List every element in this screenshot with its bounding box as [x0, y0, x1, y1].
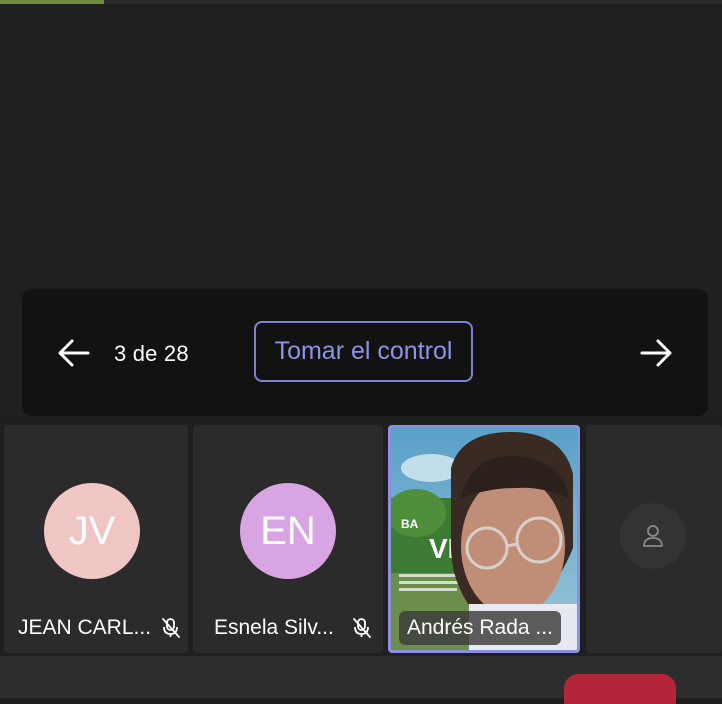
arrow-right-icon	[640, 339, 672, 367]
take-control-button[interactable]: Tomar el control	[254, 321, 473, 382]
participant-video-tile[interactable]: BA VE Andrés Rada ...	[388, 425, 580, 653]
arrow-left-icon	[58, 339, 90, 367]
slide-page-indicator: 3 de 28	[114, 341, 189, 366]
call-control-bar	[0, 656, 722, 704]
previous-slide-button[interactable]	[50, 329, 98, 377]
mic-off-icon	[162, 618, 180, 638]
avatar: JV	[44, 483, 140, 579]
svg-text:BA: BA	[401, 517, 419, 531]
participant-name-row: JEAN CARL...	[4, 611, 188, 645]
participant-tile[interactable]: EN Esnela Silv...	[193, 425, 383, 653]
presentation-control-bar: 3 de 28 Tomar el control	[22, 289, 708, 416]
participant-name: JEAN CARL...	[18, 616, 152, 639]
person-icon	[643, 525, 663, 547]
mic-off-icon	[353, 618, 371, 638]
end-call-button[interactable]	[564, 674, 676, 704]
participant-tile-placeholder[interactable]	[586, 425, 722, 653]
participant-name: Andrés Rada ...	[399, 611, 561, 645]
next-slide-button[interactable]	[632, 329, 680, 377]
participant-name-row: Esnela Silv...	[193, 611, 383, 645]
participant-gallery: JV JEAN CARL... EN Esnela Silv... BA VE …	[0, 425, 722, 656]
avatar-placeholder	[620, 503, 686, 569]
participant-tile[interactable]: JV JEAN CARL...	[4, 425, 188, 653]
participant-name: Esnela Silv...	[214, 616, 334, 639]
avatar: EN	[240, 483, 336, 579]
